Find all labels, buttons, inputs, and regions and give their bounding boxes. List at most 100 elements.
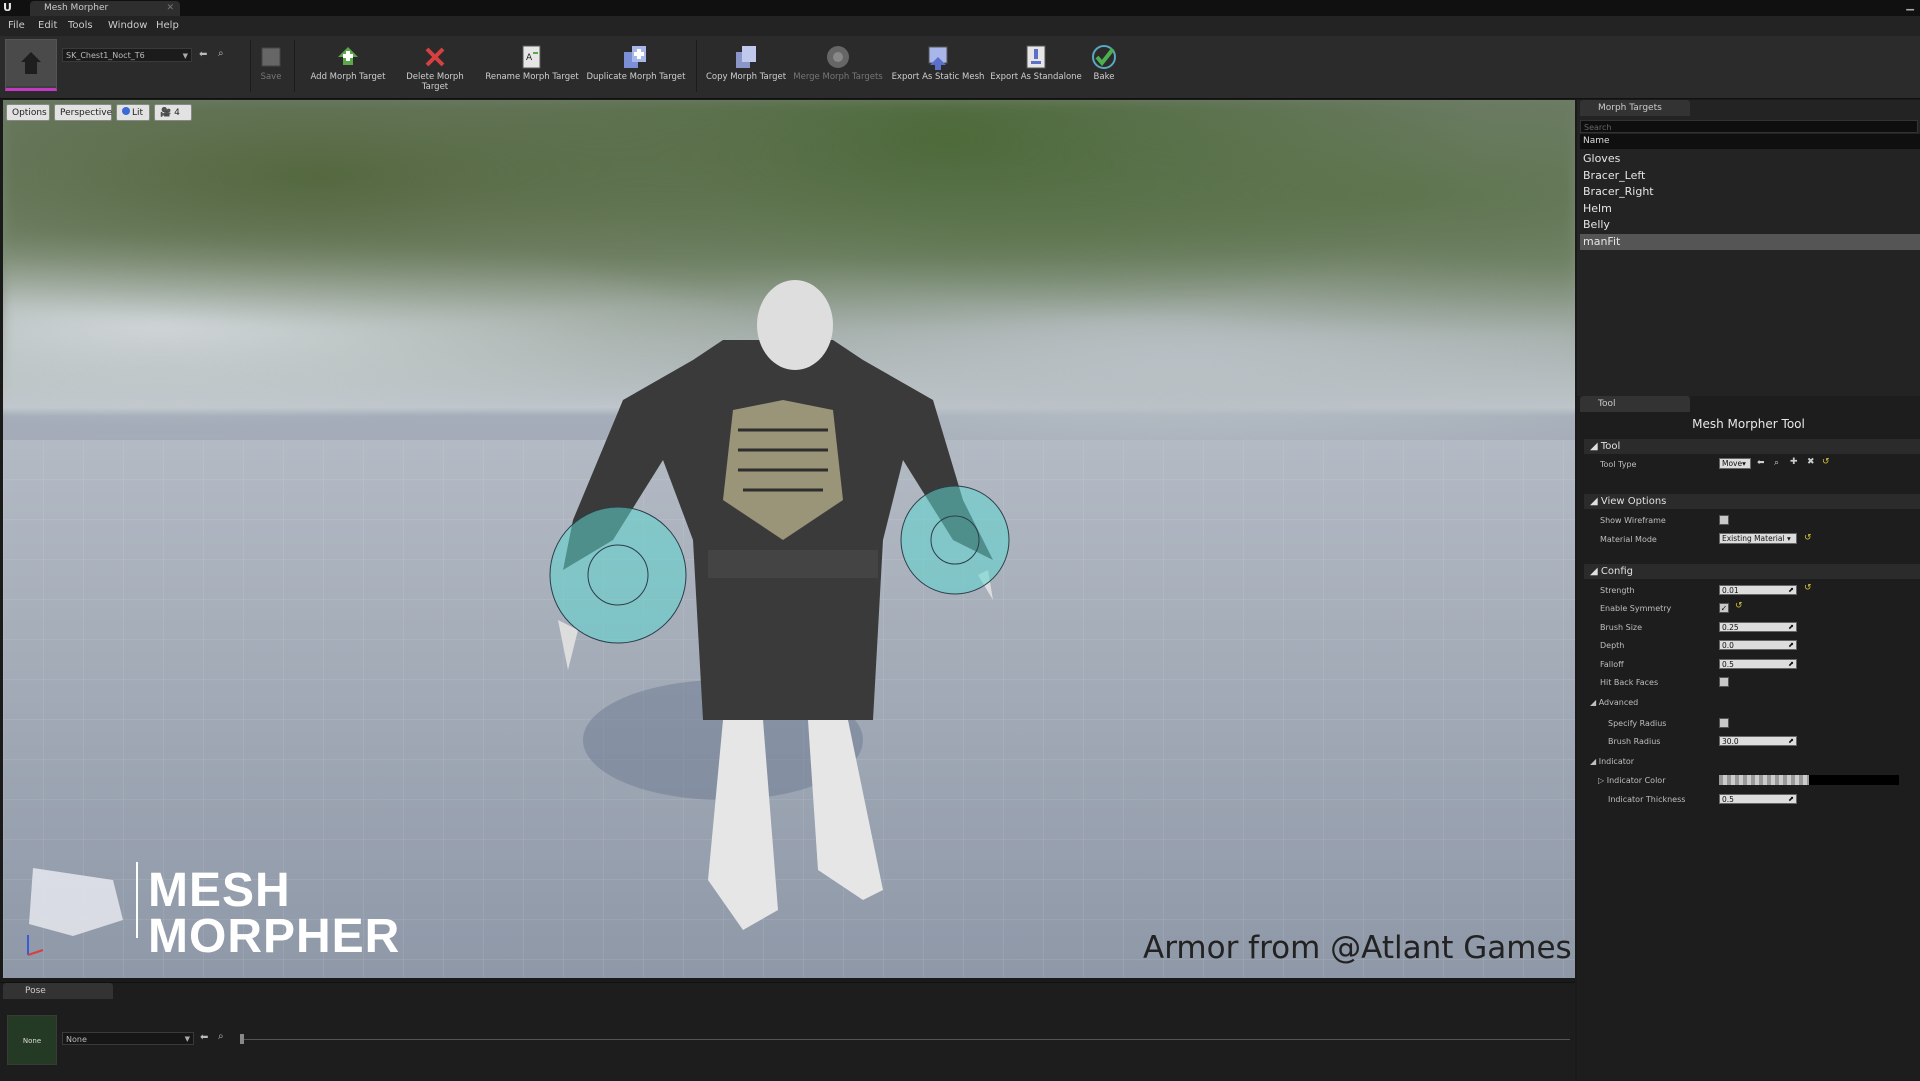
depth-input[interactable]: 0.0 ⬈	[1719, 640, 1797, 650]
browse-arrow-icon[interactable]: ⬅	[200, 1032, 208, 1043]
strength-input[interactable]: 0.01 ⬈	[1719, 585, 1797, 595]
category-config-label: Config	[1600, 566, 1633, 577]
export-as-standalone-button[interactable]: Export As Standalone	[988, 42, 1084, 92]
reset-to-default-icon[interactable]: ↺	[1822, 457, 1830, 467]
lit-mode-label: Lit	[132, 108, 144, 118]
tool-type-dropdown[interactable]: Move▾	[1719, 458, 1751, 469]
toolbar: SK_Chest1_Noct_T6 ▼ ⬅ ⌕ Save Add Morph T…	[0, 36, 1920, 99]
morph-targets-tab-label: Morph Targets	[1598, 103, 1662, 113]
menu-bar: File Edit Tools Window Help	[0, 16, 1920, 36]
pose-panel: Pose None None ▼ ⬅ ⌕	[0, 982, 1575, 1081]
add-icon[interactable]: ✚	[1790, 457, 1798, 467]
strength-value: 0.01	[1722, 586, 1739, 595]
merge-morph-targets-button[interactable]: Merge Morph Targets	[790, 42, 886, 92]
morph-target-row[interactable]: Bracer_Right	[1580, 184, 1920, 200]
close-tab-icon[interactable]: ✕	[166, 1, 174, 16]
morph-target-row-selected[interactable]: manFit	[1580, 234, 1920, 250]
search-icon[interactable]: ⌕	[218, 1031, 224, 1042]
copy-morph-target-button[interactable]: Copy Morph Target	[703, 42, 789, 92]
category-indicator-label: Indicator	[1598, 757, 1635, 766]
pose-selector[interactable]: None ▼	[62, 1032, 194, 1045]
indicator-thickness-input[interactable]: 0.5 ⬈	[1719, 794, 1797, 804]
perspective-button[interactable]: Perspective	[54, 104, 112, 121]
browse-arrow-icon[interactable]: ⬅	[199, 49, 207, 60]
armor-thumbnail-icon	[6, 40, 56, 86]
brush-size-input[interactable]: 0.25 ⬈	[1719, 622, 1797, 632]
menu-file[interactable]: File	[8, 20, 25, 31]
category-advanced[interactable]: ◢ Advanced	[1590, 698, 1638, 707]
title-bar: U Mesh Morpher ✕ ▁	[0, 0, 1920, 16]
save-button[interactable]: Save	[256, 42, 286, 92]
duplicate-icon	[624, 46, 646, 68]
unreal-logo-icon[interactable]: U	[3, 1, 15, 14]
viewport[interactable]: Options Perspective Lit 🎥 4 MESH MORPHER…	[3, 100, 1575, 978]
indicator-color-swatch[interactable]	[1809, 775, 1899, 785]
reset-to-default-icon[interactable]: ↺	[1804, 533, 1812, 543]
asset-thumbnail[interactable]	[5, 39, 57, 91]
menu-edit[interactable]: Edit	[38, 20, 57, 31]
export-as-static-mesh-button[interactable]: Export As Static Mesh	[890, 42, 986, 92]
mesh-morpher-logo-icon	[29, 862, 138, 938]
camera-speed-button[interactable]: 🎥 4	[154, 104, 192, 121]
show-wireframe-label: Show Wireframe	[1600, 516, 1666, 525]
sphere-icon	[122, 107, 130, 115]
brush-radius-input[interactable]: 30.0 ⬈	[1719, 736, 1797, 746]
morph-target-row[interactable]: Gloves	[1580, 151, 1920, 167]
morph-target-row[interactable]: Helm	[1580, 201, 1920, 217]
viewport-options-button[interactable]: Options	[6, 104, 50, 121]
document-tab[interactable]: Mesh Morpher ✕	[30, 1, 180, 16]
pose-slider-handle[interactable]	[240, 1034, 244, 1044]
lit-mode-button[interactable]: Lit	[116, 104, 150, 121]
specify-radius-label: Specify Radius	[1608, 719, 1667, 728]
toolbar-separator	[294, 40, 295, 92]
pose-selector-value: None	[66, 1035, 87, 1044]
menu-help[interactable]: Help	[156, 20, 179, 31]
falloff-input[interactable]: 0.5 ⬈	[1719, 659, 1797, 669]
reset-to-default-icon[interactable]: ↺	[1735, 601, 1743, 611]
right-panel: Morph Targets Search Name Gloves Bracer_…	[1577, 100, 1920, 1080]
falloff-label: Falloff	[1600, 660, 1624, 669]
menu-window[interactable]: Window	[108, 20, 147, 31]
arrow-left-icon[interactable]: ⬅	[1757, 458, 1765, 468]
reset-to-default-icon[interactable]: ↺	[1804, 583, 1812, 593]
category-config[interactable]: ◢ Config	[1584, 564, 1920, 579]
specify-radius-checkbox[interactable]	[1719, 718, 1729, 728]
pose-tab[interactable]: Pose	[3, 983, 113, 999]
add-icon	[338, 47, 358, 65]
duplicate-morph-target-button[interactable]: Duplicate Morph Target	[584, 42, 688, 92]
material-mode-dropdown[interactable]: Existing Material ▾	[1719, 533, 1797, 544]
minimize-icon[interactable]: ▁	[1906, 0, 1914, 11]
pose-timeline-slider[interactable]	[242, 1039, 1570, 1040]
morph-target-row[interactable]: Bracer_Left	[1580, 168, 1920, 184]
indicator-color-alpha-swatch[interactable]	[1719, 775, 1809, 785]
brush-indicator-right	[900, 485, 1010, 595]
delete-morph-target-button[interactable]: Delete Morph Target	[392, 42, 478, 92]
enable-symmetry-checkbox[interactable]: ✓	[1719, 603, 1729, 613]
category-view-options[interactable]: ◢ View Options	[1584, 494, 1920, 509]
tool-tab-label: Tool	[1598, 399, 1616, 409]
search-icon[interactable]: ⌕	[218, 48, 224, 59]
skeletal-mesh-selector[interactable]: SK_Chest1_Noct_T6 ▼	[62, 48, 192, 62]
category-indicator[interactable]: ◢ Indicator	[1590, 757, 1634, 766]
clear-icon[interactable]: ✖	[1807, 457, 1815, 467]
brush-indicator-left	[549, 506, 687, 644]
tool-tab[interactable]: Tool	[1580, 396, 1690, 412]
name-column-header[interactable]: Name	[1580, 134, 1920, 149]
strength-label: Strength	[1600, 586, 1635, 595]
export-standalone-icon	[1026, 45, 1046, 69]
depth-label: Depth	[1600, 641, 1625, 650]
rename-icon: A	[522, 45, 541, 69]
show-wireframe-checkbox[interactable]	[1719, 515, 1729, 525]
add-morph-target-button[interactable]: Add Morph Target	[305, 42, 391, 92]
morph-target-row[interactable]: Belly	[1580, 217, 1920, 233]
search-icon[interactable]: ⌕	[1774, 458, 1779, 468]
rename-morph-target-button[interactable]: A Rename Morph Target	[484, 42, 580, 92]
morph-targets-tab[interactable]: Morph Targets	[1580, 100, 1690, 116]
hit-back-faces-checkbox[interactable]	[1719, 677, 1729, 687]
category-tool[interactable]: ◢ Tool	[1584, 439, 1920, 454]
morph-target-search-input[interactable]: Search	[1580, 120, 1918, 133]
menu-tools[interactable]: Tools	[68, 20, 93, 31]
bake-button[interactable]: Bake	[1089, 42, 1119, 92]
pose-thumbnail[interactable]: None	[7, 1015, 57, 1065]
character-preview	[27, 280, 1010, 956]
